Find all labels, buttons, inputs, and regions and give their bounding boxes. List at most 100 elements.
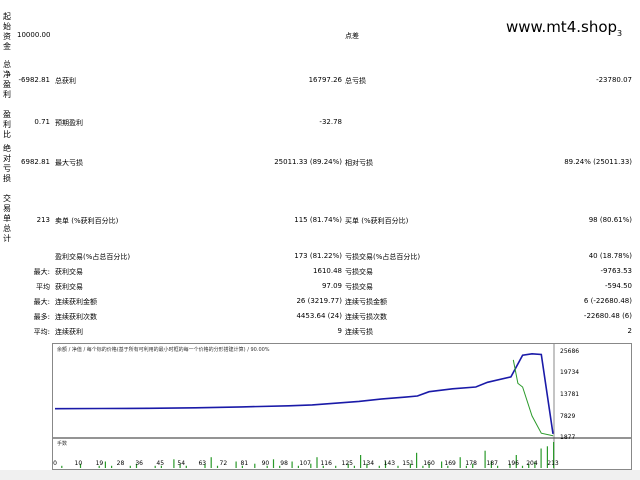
max-drawdown-value: 25011.33 (89.24%)	[274, 158, 342, 166]
x-tick-label: 196	[507, 460, 519, 467]
average-prefix: 平均	[36, 283, 50, 291]
x-tick-label: 143	[383, 460, 396, 467]
x-tick-label: 134	[362, 460, 375, 467]
x-tick-label: 19	[95, 460, 104, 467]
gross-loss-value: -23780.07	[596, 76, 632, 84]
x-tick-label: 178	[465, 460, 477, 467]
average-loss-label: 亏损交易	[345, 283, 373, 291]
avg-consec-losses-value: 2	[627, 327, 632, 335]
x-tick-label: 45	[156, 460, 165, 467]
spread-label: 点差	[345, 32, 359, 40]
y-tick-label: 19734	[560, 369, 580, 377]
largest-loss-label: 亏损交易	[345, 268, 373, 276]
profit-factor-value: 0.71	[34, 118, 50, 126]
relative-drawdown-label: 相对亏损	[345, 159, 373, 167]
balance-chart: 余额 / 净值 / 每个标的价格(基于所有可利用的最小时框的每一个价格的分形搭建…	[52, 343, 632, 470]
volume-bar	[353, 465, 355, 468]
maximal-consec-loss-value: -22680.48 (6)	[583, 312, 632, 320]
volume-bar	[111, 465, 113, 468]
volume-bar	[397, 465, 399, 468]
max-consec-losses-value: 6 (-22680.48)	[583, 297, 632, 305]
volume-bar	[254, 463, 256, 468]
volume-bar	[360, 455, 362, 468]
volume-bar	[216, 465, 219, 468]
volume-bar	[416, 452, 418, 468]
chart-plot	[53, 344, 631, 469]
x-tick-label: 63	[198, 460, 207, 467]
label-total-net-profit: 总净盈利	[3, 60, 11, 99]
volume-bar	[291, 461, 293, 468]
volume-bar	[129, 465, 131, 468]
average-profit-label: 获利交易	[55, 283, 83, 291]
volume-bar	[104, 461, 106, 468]
volume-bar	[441, 461, 443, 468]
x-tick-label: 54	[177, 460, 186, 467]
volume-bar	[378, 465, 380, 468]
label-total-trades: 交易单总计	[3, 194, 11, 243]
maximal-consec-profit-value: 4453.64 (24)	[296, 312, 342, 320]
avg-consec-wins-label: 连续获利	[55, 328, 83, 336]
volume-bar	[316, 457, 318, 468]
relative-drawdown-value: 89.24% (25011.33)	[564, 158, 632, 166]
volume-bar	[235, 461, 237, 468]
status-band	[0, 470, 640, 480]
y-tick-label: 7829	[560, 412, 576, 420]
average-profit-value: 97.09	[321, 282, 342, 290]
largest-profit-label: 获利交易	[55, 268, 83, 276]
x-tick-label: 107	[299, 460, 311, 467]
x-tick-label: 125	[341, 460, 353, 467]
long-positions-label: 买单 (%获利百分比)	[345, 217, 409, 225]
absolute-drawdown-value: 6982.81	[21, 158, 50, 166]
x-tick-label: 90	[261, 460, 270, 467]
largest-loss-value: -9763.53	[600, 267, 632, 275]
max-consec-wins-value: 26 (3219.77)	[296, 297, 342, 305]
volume-bar	[61, 465, 63, 468]
volume-bar	[210, 457, 212, 468]
x-tick-label: 116	[320, 460, 332, 467]
x-tick-label: 98	[280, 460, 288, 467]
average-loss-value: -594.50	[604, 282, 632, 290]
short-positions-value: 115 (81.74%)	[294, 216, 342, 224]
total-trades-value: 213	[36, 216, 50, 224]
x-tick-label: 10	[74, 460, 83, 467]
volume-bar	[459, 457, 461, 468]
initial-deposit-value: 10000.00	[17, 31, 51, 39]
balance-line	[54, 352, 554, 435]
avg-consec-losses-label: 连续亏损	[345, 328, 373, 336]
net-profit-value: -6982.81	[18, 76, 50, 84]
x-tick-label: 204	[526, 460, 538, 467]
volume-bar	[173, 459, 175, 468]
y-tick-label: 25686	[560, 348, 580, 355]
x-tick-label: 187	[486, 460, 498, 467]
expected-payoff-label: 预期盈利	[55, 119, 83, 127]
max-drawdown-label: 最大亏损	[55, 159, 83, 167]
short-positions-label: 卖单 (%获利百分比)	[55, 217, 119, 225]
label-initial-deposit: 起始资金	[3, 12, 11, 51]
long-positions-value: 98 (80.61%)	[588, 216, 632, 224]
x-tick-label: 169	[444, 460, 456, 467]
watermark: www.mt4.shop3	[506, 18, 623, 38]
max-prefix: 最大:	[33, 298, 50, 306]
volume-bar	[185, 465, 187, 468]
y-tick-label: 13781	[560, 391, 580, 398]
volume-bar	[272, 459, 275, 468]
y-tick-label: 1877	[560, 434, 576, 441]
loss-trades-label: 亏损交易(%占总百分比)	[345, 253, 421, 261]
expected-payoff-value: -32.78	[319, 118, 342, 126]
volume-bar	[521, 465, 524, 468]
avg-prefix: 平均:	[33, 328, 50, 336]
volume-bar	[335, 465, 337, 468]
profit-trades-label: 盈利交易(%占总百分比)	[55, 253, 131, 261]
largest-profit-value: 1610.48	[313, 267, 342, 275]
x-tick-label: 0	[53, 460, 57, 467]
largest-prefix: 最大:	[33, 268, 50, 276]
label-absolute-drawdown: 绝对亏损	[3, 144, 11, 183]
label-profit-factor: 盈利比	[3, 110, 11, 139]
x-tick-label: 151	[402, 460, 414, 467]
x-tick-label: 28	[116, 460, 125, 467]
x-tick-label: 160	[423, 460, 435, 467]
maximal-consec-loss-label: 连续亏损次数	[345, 313, 387, 321]
x-tick-label: 36	[135, 460, 143, 467]
maximal-prefix: 最多:	[33, 313, 50, 321]
max-consec-losses-label: 连续亏损金额	[345, 298, 387, 306]
